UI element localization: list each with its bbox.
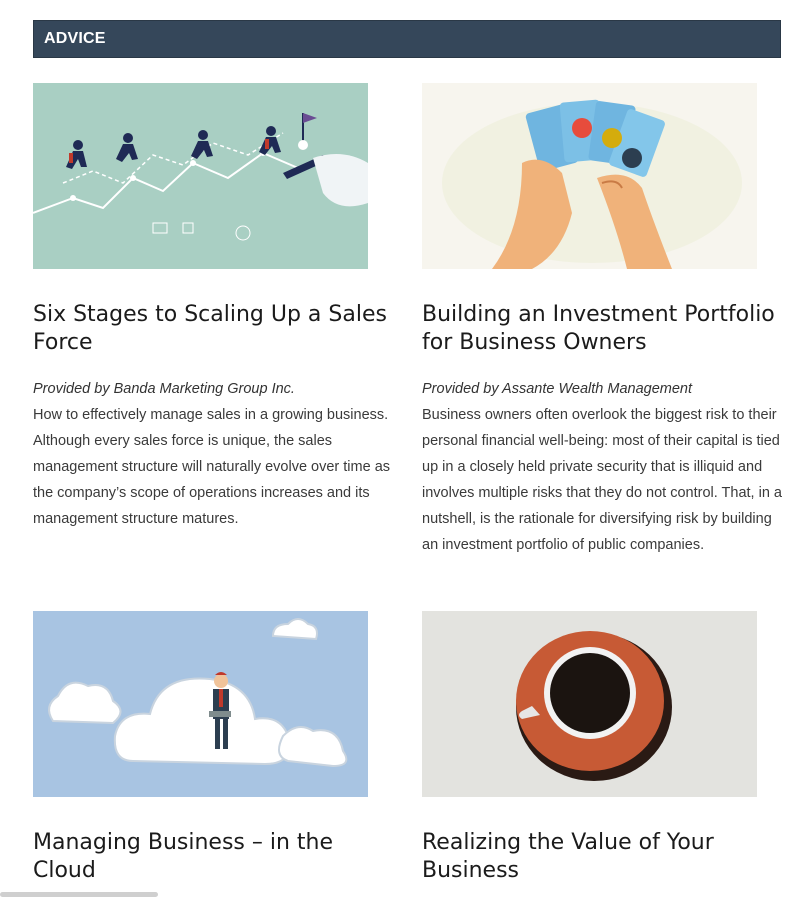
- article-image-coffee[interactable]: [422, 611, 757, 797]
- article-description: How to effectively manage sales in a gro…: [33, 407, 391, 527]
- article-provider: Provided by Assante Wealth Management: [422, 381, 693, 397]
- article-title[interactable]: Realizing the Value of Your Business: [422, 829, 787, 885]
- section-header: ADVICE: [33, 20, 781, 58]
- runners-chart-image: [33, 83, 368, 269]
- article-provider: Provided by Banda Marketing Group Inc.: [33, 381, 295, 397]
- businessman-cloud-image: [33, 611, 368, 797]
- article-card: Six Stages to Scaling Up a Sales Force P…: [33, 83, 393, 532]
- section-title: ADVICE: [44, 30, 106, 47]
- article-title[interactable]: Building an Investment Portfolio for Bus…: [422, 301, 787, 357]
- article-title[interactable]: Six Stages to Scaling Up a Sales Force: [33, 301, 398, 357]
- article-description: Business owners often overlook the bigge…: [422, 407, 782, 553]
- article-title[interactable]: Managing Business – in the Cloud: [33, 829, 398, 885]
- article-card: Managing Business – in the Cloud: [33, 611, 393, 885]
- article-image-cloud[interactable]: [33, 611, 368, 797]
- coffee-cup-image: [422, 611, 757, 797]
- article-card: Realizing the Value of Your Business: [422, 611, 782, 885]
- article-image-sales[interactable]: [33, 83, 368, 269]
- article-card: Building an Investment Portfolio for Bus…: [422, 83, 782, 558]
- hands-cards-image: [422, 83, 757, 269]
- horizontal-scrollbar[interactable]: [0, 892, 158, 897]
- article-image-investment[interactable]: [422, 83, 757, 269]
